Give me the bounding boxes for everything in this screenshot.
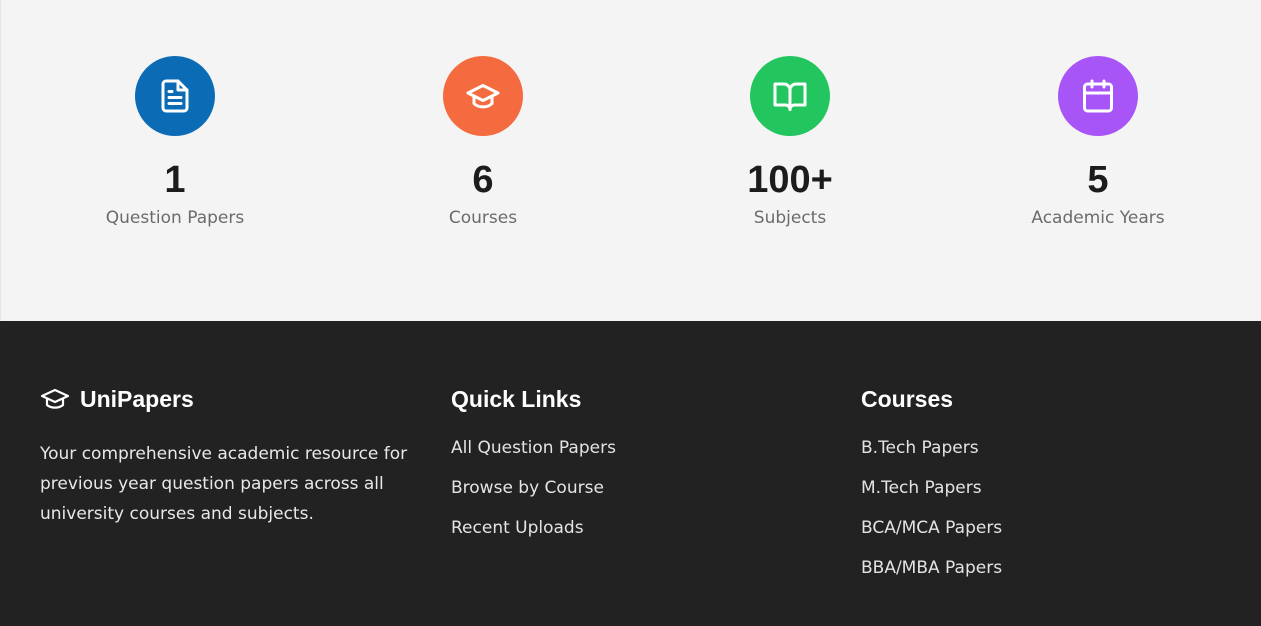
stat-value: 1 bbox=[164, 159, 186, 201]
document-icon bbox=[135, 56, 215, 136]
brand-name: UniPapers bbox=[80, 386, 194, 412]
quick-links-heading: Quick Links bbox=[451, 386, 582, 412]
footer-link-recent-uploads[interactable]: Recent Uploads bbox=[451, 518, 616, 558]
brand-description: Your comprehensive academic resource for… bbox=[40, 444, 408, 524]
footer-quick-links-column: Quick Links All Question Papers Browse b… bbox=[451, 385, 616, 558]
courses-list: B.Tech Papers M.Tech Papers BCA/MCA Pape… bbox=[861, 438, 1002, 598]
footer-link-bca-mca-papers[interactable]: BCA/MCA Papers bbox=[861, 518, 1002, 558]
stat-value: 6 bbox=[472, 159, 494, 201]
stat-label: Question Papers bbox=[105, 208, 245, 228]
footer-brand-column: UniPapers Your comprehensive academic re… bbox=[40, 385, 420, 529]
footer-link-browse-by-course[interactable]: Browse by Course bbox=[451, 478, 616, 518]
stats-section: 1 Question Papers 6 Courses 100+ Subject… bbox=[0, 0, 1261, 321]
stat-label: Subjects bbox=[753, 208, 827, 228]
stat-question-papers: 1 Question Papers bbox=[55, 56, 295, 230]
stat-label: Academic Years bbox=[1031, 208, 1165, 228]
stat-academic-years: 5 Academic Years bbox=[978, 56, 1218, 230]
stat-courses: 6 Courses bbox=[363, 56, 603, 230]
footer-link-mtech-papers[interactable]: M.Tech Papers bbox=[861, 478, 1002, 518]
graduation-cap-icon bbox=[443, 56, 523, 136]
footer-courses-column: Courses B.Tech Papers M.Tech Papers BCA/… bbox=[861, 385, 1002, 598]
footer-link-all-question-papers[interactable]: All Question Papers bbox=[451, 438, 616, 478]
stat-subjects: 100+ Subjects bbox=[670, 56, 910, 230]
stat-value: 5 bbox=[1087, 159, 1109, 201]
calendar-icon bbox=[1058, 56, 1138, 136]
footer-link-bba-mba-papers[interactable]: BBA/MBA Papers bbox=[861, 558, 1002, 598]
stat-value: 100+ bbox=[747, 159, 833, 201]
stat-label: Courses bbox=[448, 208, 518, 228]
courses-heading: Courses bbox=[861, 386, 954, 412]
footer-link-btech-papers[interactable]: B.Tech Papers bbox=[861, 438, 1002, 478]
footer-brand: UniPapers bbox=[40, 385, 420, 413]
quick-links-list: All Question Papers Browse by Course Rec… bbox=[451, 438, 616, 558]
book-open-icon bbox=[750, 56, 830, 136]
site-footer: UniPapers Your comprehensive academic re… bbox=[0, 321, 1261, 626]
graduation-cap-icon bbox=[40, 387, 70, 411]
